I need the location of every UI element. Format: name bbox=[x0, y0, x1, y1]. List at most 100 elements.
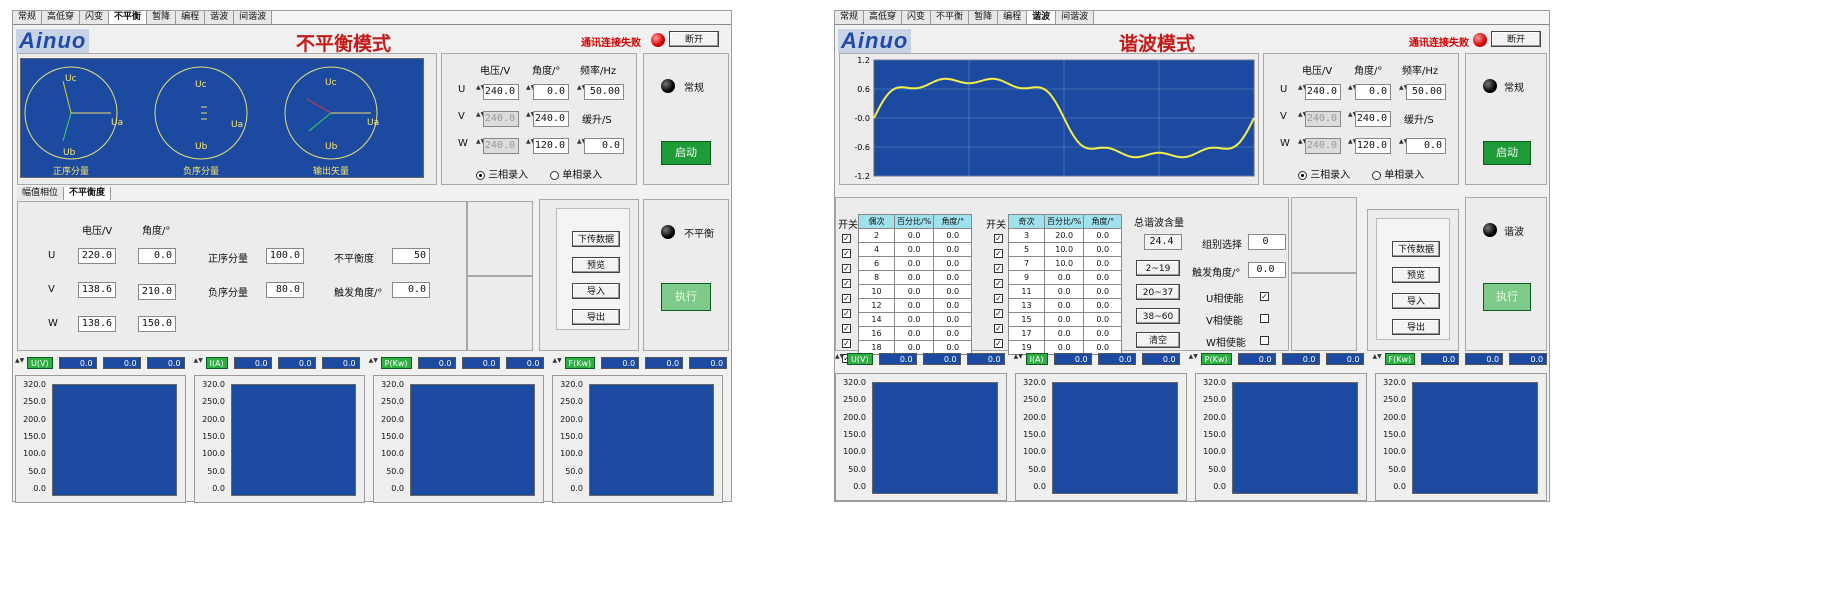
table-cell[interactable]: 0.0 bbox=[933, 270, 973, 285]
angle-field[interactable]: 0.0 bbox=[138, 248, 176, 264]
spinner-icon[interactable]: ▲▼ bbox=[476, 111, 485, 125]
spinner-icon[interactable]: ▲▼ bbox=[1348, 138, 1357, 152]
tab-3[interactable]: 不平衡 bbox=[931, 11, 970, 24]
spinner-icon[interactable]: ▲▼ bbox=[476, 84, 485, 98]
odd-enable-checkbox[interactable]: ✓ bbox=[994, 249, 1003, 258]
even-enable-checkbox[interactable]: ✓ bbox=[842, 324, 851, 333]
table-cell[interactable]: 0.0 bbox=[893, 326, 935, 341]
table-cell[interactable]: 0.0 bbox=[1083, 298, 1123, 313]
start-button[interactable]: 启动 bbox=[661, 141, 711, 165]
freq-field[interactable]: 50.00 bbox=[1406, 84, 1446, 100]
freq-field[interactable]: 0.0 bbox=[1406, 138, 1446, 154]
spinner-icon[interactable]: ▲▼ bbox=[369, 357, 378, 369]
table-cell[interactable]: 0.0 bbox=[1083, 256, 1123, 271]
table-cell[interactable]: 0.0 bbox=[1043, 284, 1085, 299]
table-cell[interactable]: 0.0 bbox=[1083, 242, 1123, 257]
spinner-icon[interactable]: ▲▼ bbox=[1298, 138, 1307, 152]
export-button[interactable]: 导出 bbox=[1392, 319, 1440, 335]
preview-button[interactable]: 预览 bbox=[1392, 267, 1440, 283]
tab-7[interactable]: 间谐波 bbox=[1056, 11, 1095, 24]
table-cell[interactable]: 0.0 bbox=[1083, 326, 1123, 341]
voltage-field[interactable]: 240.0 bbox=[483, 84, 519, 100]
table-cell[interactable]: 0.0 bbox=[1043, 270, 1085, 285]
tab-1[interactable]: 高低穿 bbox=[42, 11, 81, 24]
range-button-0[interactable]: 2~19 bbox=[1136, 260, 1180, 276]
group-select-field[interactable]: 0 bbox=[1248, 234, 1286, 250]
tab-6[interactable]: 谐波 bbox=[1027, 11, 1057, 24]
import-button[interactable]: 导入 bbox=[1392, 293, 1440, 309]
execute-button[interactable]: 执行 bbox=[1483, 283, 1531, 311]
table-cell[interactable]: 0.0 bbox=[893, 242, 935, 257]
subtab-amplitude[interactable]: 幅值相位 bbox=[17, 187, 65, 200]
spinner-icon[interactable]: ▲▼ bbox=[553, 357, 562, 369]
voltage-field[interactable]: 240.0 bbox=[483, 111, 519, 127]
trigger-angle-field[interactable]: 0.0 bbox=[392, 282, 430, 298]
voltage-field[interactable]: 240.0 bbox=[1305, 138, 1341, 154]
table-cell[interactable]: 0.0 bbox=[933, 312, 973, 327]
voltage-field[interactable]: 138.6 bbox=[78, 316, 116, 332]
phase-enable-checkbox-w[interactable] bbox=[1260, 336, 1269, 345]
angle-field[interactable]: 120.0 bbox=[533, 138, 569, 154]
table-cell[interactable]: 0.0 bbox=[933, 298, 973, 313]
tab-6[interactable]: 谐波 bbox=[205, 11, 235, 24]
spinner-icon[interactable]: ▲▼ bbox=[1014, 353, 1023, 365]
table-cell[interactable]: 0.0 bbox=[893, 312, 935, 327]
negative-seq-field[interactable]: 80.0 bbox=[266, 282, 304, 298]
even-enable-checkbox[interactable]: ✓ bbox=[842, 309, 851, 318]
download-data-button[interactable]: 下传数据 bbox=[1392, 241, 1440, 257]
export-button[interactable]: 导出 bbox=[572, 309, 620, 325]
odd-enable-checkbox[interactable]: ✓ bbox=[994, 324, 1003, 333]
angle-field[interactable]: 0.0 bbox=[533, 84, 569, 100]
table-cell[interactable]: 0.0 bbox=[893, 228, 935, 243]
table-cell[interactable]: 0.0 bbox=[933, 284, 973, 299]
even-enable-checkbox[interactable]: ✓ bbox=[842, 234, 851, 243]
angle-field[interactable]: 0.0 bbox=[1355, 84, 1391, 100]
even-enable-checkbox[interactable]: ✓ bbox=[842, 249, 851, 258]
spinner-icon[interactable]: ▲▼ bbox=[1348, 111, 1357, 125]
table-cell[interactable]: 0.0 bbox=[1043, 312, 1085, 327]
disconnect-button[interactable]: 断开 bbox=[1491, 31, 1541, 47]
tab-2[interactable]: 闪变 bbox=[80, 11, 110, 24]
table-cell[interactable]: 0.0 bbox=[933, 326, 973, 341]
table-cell[interactable]: 0.0 bbox=[1043, 298, 1085, 313]
voltage-field[interactable]: 240.0 bbox=[1305, 84, 1341, 100]
execute-button[interactable]: 执行 bbox=[661, 283, 711, 311]
table-cell[interactable]: 0.0 bbox=[1083, 284, 1123, 299]
angle-field[interactable]: 210.0 bbox=[138, 284, 176, 300]
spinner-icon[interactable]: ▲▼ bbox=[835, 353, 844, 365]
table-cell[interactable]: 0.0 bbox=[1043, 326, 1085, 341]
spinner-icon[interactable]: ▲▼ bbox=[526, 84, 535, 98]
odd-enable-checkbox[interactable]: ✓ bbox=[994, 279, 1003, 288]
range-button-3[interactable]: 清空 bbox=[1136, 332, 1180, 348]
spinner-icon[interactable]: ▲▼ bbox=[577, 138, 586, 152]
table-cell[interactable]: 0.0 bbox=[893, 284, 935, 299]
even-enable-checkbox[interactable]: ✓ bbox=[842, 279, 851, 288]
table-cell[interactable]: 0.0 bbox=[933, 256, 973, 271]
spinner-icon[interactable]: ▲▼ bbox=[1399, 84, 1408, 98]
table-cell[interactable]: 0.0 bbox=[893, 256, 935, 271]
even-enable-checkbox[interactable]: ✓ bbox=[842, 264, 851, 273]
tab-3[interactable]: 不平衡 bbox=[109, 11, 148, 24]
tab-7[interactable]: 间谐波 bbox=[234, 11, 273, 24]
start-button[interactable]: 启动 bbox=[1483, 141, 1531, 165]
odd-enable-checkbox[interactable]: ✓ bbox=[994, 264, 1003, 273]
spinner-icon[interactable]: ▲▼ bbox=[1189, 353, 1198, 365]
angle-field[interactable]: 240.0 bbox=[1355, 111, 1391, 127]
spinner-icon[interactable]: ▲▼ bbox=[1373, 353, 1382, 365]
spinner-icon[interactable]: ▲▼ bbox=[526, 111, 535, 125]
tab-4[interactable]: 暂降 bbox=[969, 11, 999, 24]
tab-2[interactable]: 闪变 bbox=[902, 11, 932, 24]
radio-three-phase[interactable]: 三相录入 bbox=[476, 166, 528, 181]
tab-5[interactable]: 编程 bbox=[998, 11, 1028, 24]
spinner-icon[interactable]: ▲▼ bbox=[1399, 138, 1408, 152]
spinner-icon[interactable]: ▲▼ bbox=[476, 138, 485, 152]
tab-0[interactable]: 常规 bbox=[13, 11, 43, 24]
tab-0[interactable]: 常规 bbox=[835, 11, 865, 24]
voltage-field[interactable]: 240.0 bbox=[1305, 111, 1341, 127]
phase-enable-checkbox-u[interactable]: ✓ bbox=[1260, 292, 1269, 301]
tab-5[interactable]: 编程 bbox=[176, 11, 206, 24]
odd-enable-checkbox[interactable]: ✓ bbox=[994, 234, 1003, 243]
trigger-angle-field[interactable]: 0.0 bbox=[1248, 262, 1286, 278]
table-cell[interactable]: 10.0 bbox=[1043, 256, 1085, 271]
spinner-icon[interactable]: ▲▼ bbox=[577, 84, 586, 98]
